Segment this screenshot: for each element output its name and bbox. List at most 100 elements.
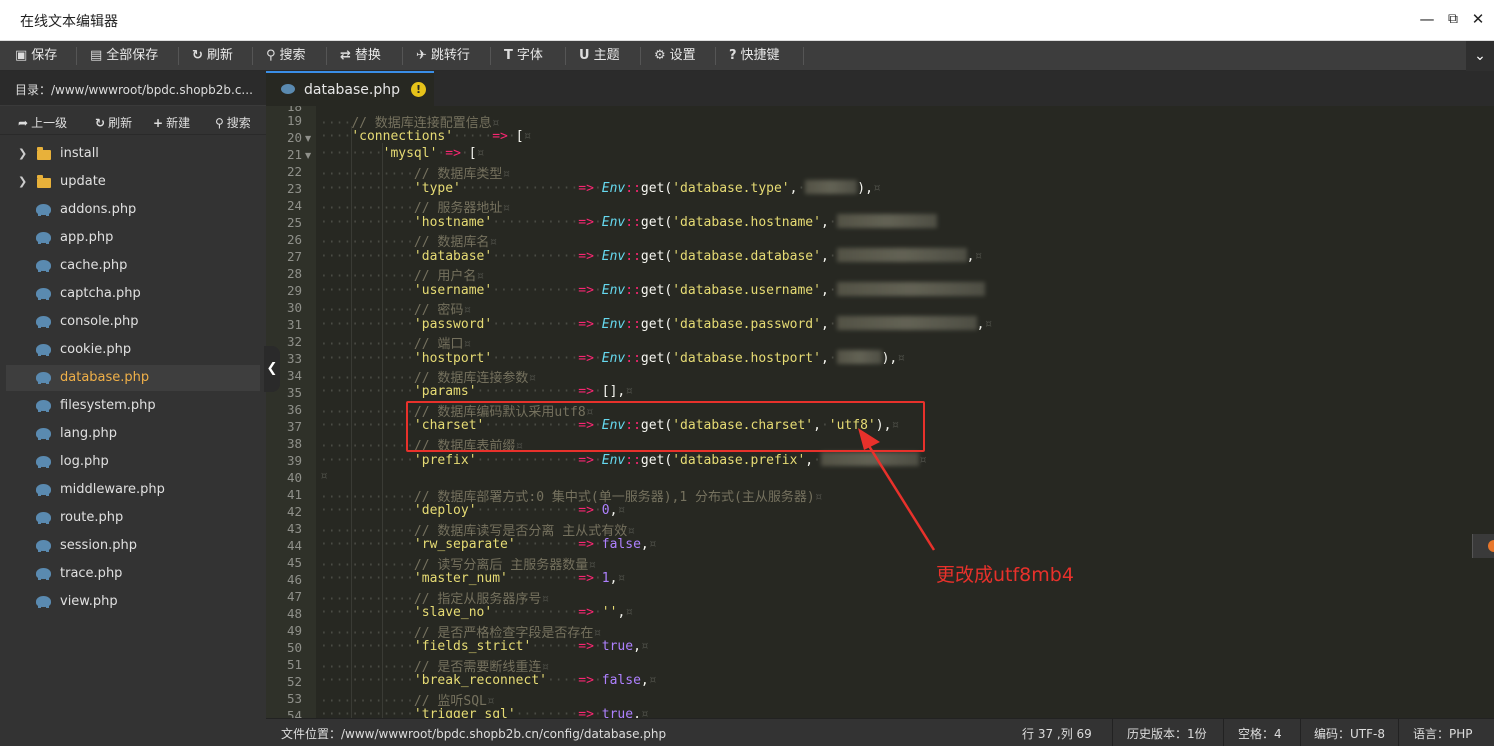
gear-icon: ⚙ (654, 48, 666, 63)
chevron-down-icon[interactable]: ⌄ (1466, 41, 1494, 71)
file-item[interactable]: lang.php (6, 421, 260, 447)
fold-icon[interactable]: ▼ (305, 151, 311, 160)
history-versions[interactable]: 历史版本：1份 (1127, 725, 1207, 742)
line-number: 31 (286, 317, 302, 332)
line-number: 23 (286, 181, 302, 196)
replace-icon: ⇄ (340, 48, 351, 63)
file-item[interactable]: captcha.php (6, 281, 260, 307)
line-number: 48 (286, 606, 302, 621)
php-file-icon (36, 596, 51, 608)
file-item[interactable]: filesystem.php (6, 393, 260, 419)
toolbar-divider (76, 47, 77, 65)
line-number: 28 (286, 266, 302, 281)
code-line: ············'break_reconnect'····=>·fals… (320, 673, 657, 688)
indent-spaces[interactable]: 空格：4 (1238, 725, 1282, 742)
file-item[interactable]: view.php (6, 589, 260, 615)
sidebar-collapse-handle[interactable]: ❮ (264, 346, 280, 392)
chevron-right-icon[interactable]: ❯ (18, 141, 27, 167)
file-item[interactable]: app.php (6, 225, 260, 251)
file-item[interactable]: addons.php (6, 197, 260, 223)
folder-icon (37, 147, 51, 160)
php-file-icon (36, 456, 51, 468)
sidebar-refresh-button[interactable]: ↻ 刷新 (95, 114, 132, 131)
code-editor[interactable]: 18 19 20 ▼ 21 ▼ 22 23 24 25 26 27 28 29 30… (266, 106, 1494, 718)
code-line: ············'master_num'·········=>·1,¤ (320, 571, 626, 586)
line-number: 45 (286, 555, 302, 570)
folder-item-update[interactable]: ❯ update (6, 169, 260, 195)
file-item[interactable]: session.php (6, 533, 260, 559)
status-divider (1223, 719, 1224, 746)
file-item[interactable]: console.php (6, 309, 260, 335)
font-icon: T (504, 48, 513, 63)
chevron-right-icon[interactable]: ❯ (18, 169, 27, 195)
save-all-button[interactable]: ▤ 全部保存 (90, 41, 158, 71)
redacted-value (836, 350, 882, 364)
file-item[interactable]: log.php (6, 449, 260, 475)
code-line: ····'connections'·····=>·[¤ (320, 129, 532, 144)
close-icon[interactable]: ✕ (1469, 10, 1487, 28)
replace-button[interactable]: ⇄ 替换 (340, 41, 381, 71)
file-item[interactable]: cache.php (6, 253, 260, 279)
redacted-value (836, 248, 967, 262)
php-file-icon (36, 316, 51, 328)
settings-button[interactable]: ⚙ 设置 (654, 41, 696, 71)
php-file-icon (36, 540, 51, 552)
php-file-icon (36, 512, 51, 524)
redacted-value (836, 282, 985, 296)
save-all-icon: ▤ (90, 48, 103, 63)
refresh-button[interactable]: ↻ 刷新 (192, 41, 233, 71)
font-button[interactable]: T 字体 (504, 41, 543, 71)
line-number: 50 (286, 640, 302, 655)
php-file-icon (36, 204, 51, 216)
language-mode[interactable]: 语言：PHP (1413, 725, 1473, 742)
plus-icon: + (153, 116, 164, 130)
php-file-icon (36, 568, 51, 580)
file-item[interactable]: middleware.php (6, 477, 260, 503)
annotation-arrow (858, 428, 936, 551)
tab-bar: database.php ! (266, 71, 1494, 106)
line-number: 47 (286, 589, 302, 604)
shortcuts-button[interactable]: ? 快捷键 (729, 41, 780, 71)
line-number: 37 (286, 419, 302, 434)
file-item-active[interactable]: database.php (6, 365, 260, 391)
line-number: 53 (286, 691, 302, 706)
line-number: 49 (286, 623, 302, 638)
sidebar-search-button[interactable]: ⚲ 搜索 (215, 114, 251, 131)
tab-database-php[interactable]: database.php ! (266, 71, 434, 106)
goto-line-button[interactable]: ✈ 跳转行 (416, 41, 470, 71)
file-item[interactable]: cookie.php (6, 337, 260, 363)
code-line: ············'prefix'·············=>·Env:… (320, 452, 927, 468)
line-number: 19 (286, 113, 302, 128)
status-divider (1300, 719, 1301, 746)
toolbar-divider (326, 47, 327, 65)
line-number: 21 (286, 147, 302, 162)
folder-item-install[interactable]: ❯ install (6, 141, 260, 167)
code-line: ············'params'·············=>·[],¤ (320, 384, 634, 399)
code-line: ············'deploy'·············=>·0,¤ (320, 503, 626, 518)
search-button[interactable]: ⚲ 搜索 (266, 41, 306, 71)
maximize-icon[interactable]: ⧉ (1444, 10, 1462, 28)
code-line: ············'slave_no'···········=>·'',¤ (320, 605, 634, 620)
line-number: 46 (286, 572, 302, 587)
window-title: 在线文本编辑器 (20, 14, 118, 30)
php-file-icon (36, 288, 51, 300)
php-file-icon (36, 232, 51, 244)
sidebar-toolbar: ➦ 上一级 ↻ 刷新 + 新建 ⚲ 搜索 (0, 107, 266, 135)
encoding[interactable]: 编码：UTF-8 (1314, 725, 1385, 742)
search-icon: ⚲ (266, 48, 276, 63)
file-item[interactable]: trace.php (6, 561, 260, 587)
save-button[interactable]: ▣ 保存 (15, 41, 57, 71)
file-item[interactable]: route.php (6, 505, 260, 531)
scrollbar-marker[interactable] (1472, 534, 1494, 558)
new-file-button[interactable]: + 新建 (153, 114, 190, 131)
theme-button[interactable]: U 主题 (579, 41, 620, 71)
redacted-value (836, 316, 977, 330)
line-gutter: 18 19 20 ▼ 21 ▼ 22 23 24 25 26 27 28 29 30… (266, 106, 316, 718)
status-bar-left (0, 718, 266, 746)
code-line: ············'rw_separate'········=>·fals… (320, 537, 657, 552)
toolbar-divider (803, 47, 804, 65)
line-number: 54 (286, 708, 302, 718)
minimize-icon[interactable]: — (1418, 10, 1436, 28)
fold-icon[interactable]: ▼ (305, 134, 311, 143)
up-level-button[interactable]: ➦ 上一级 (18, 114, 67, 131)
